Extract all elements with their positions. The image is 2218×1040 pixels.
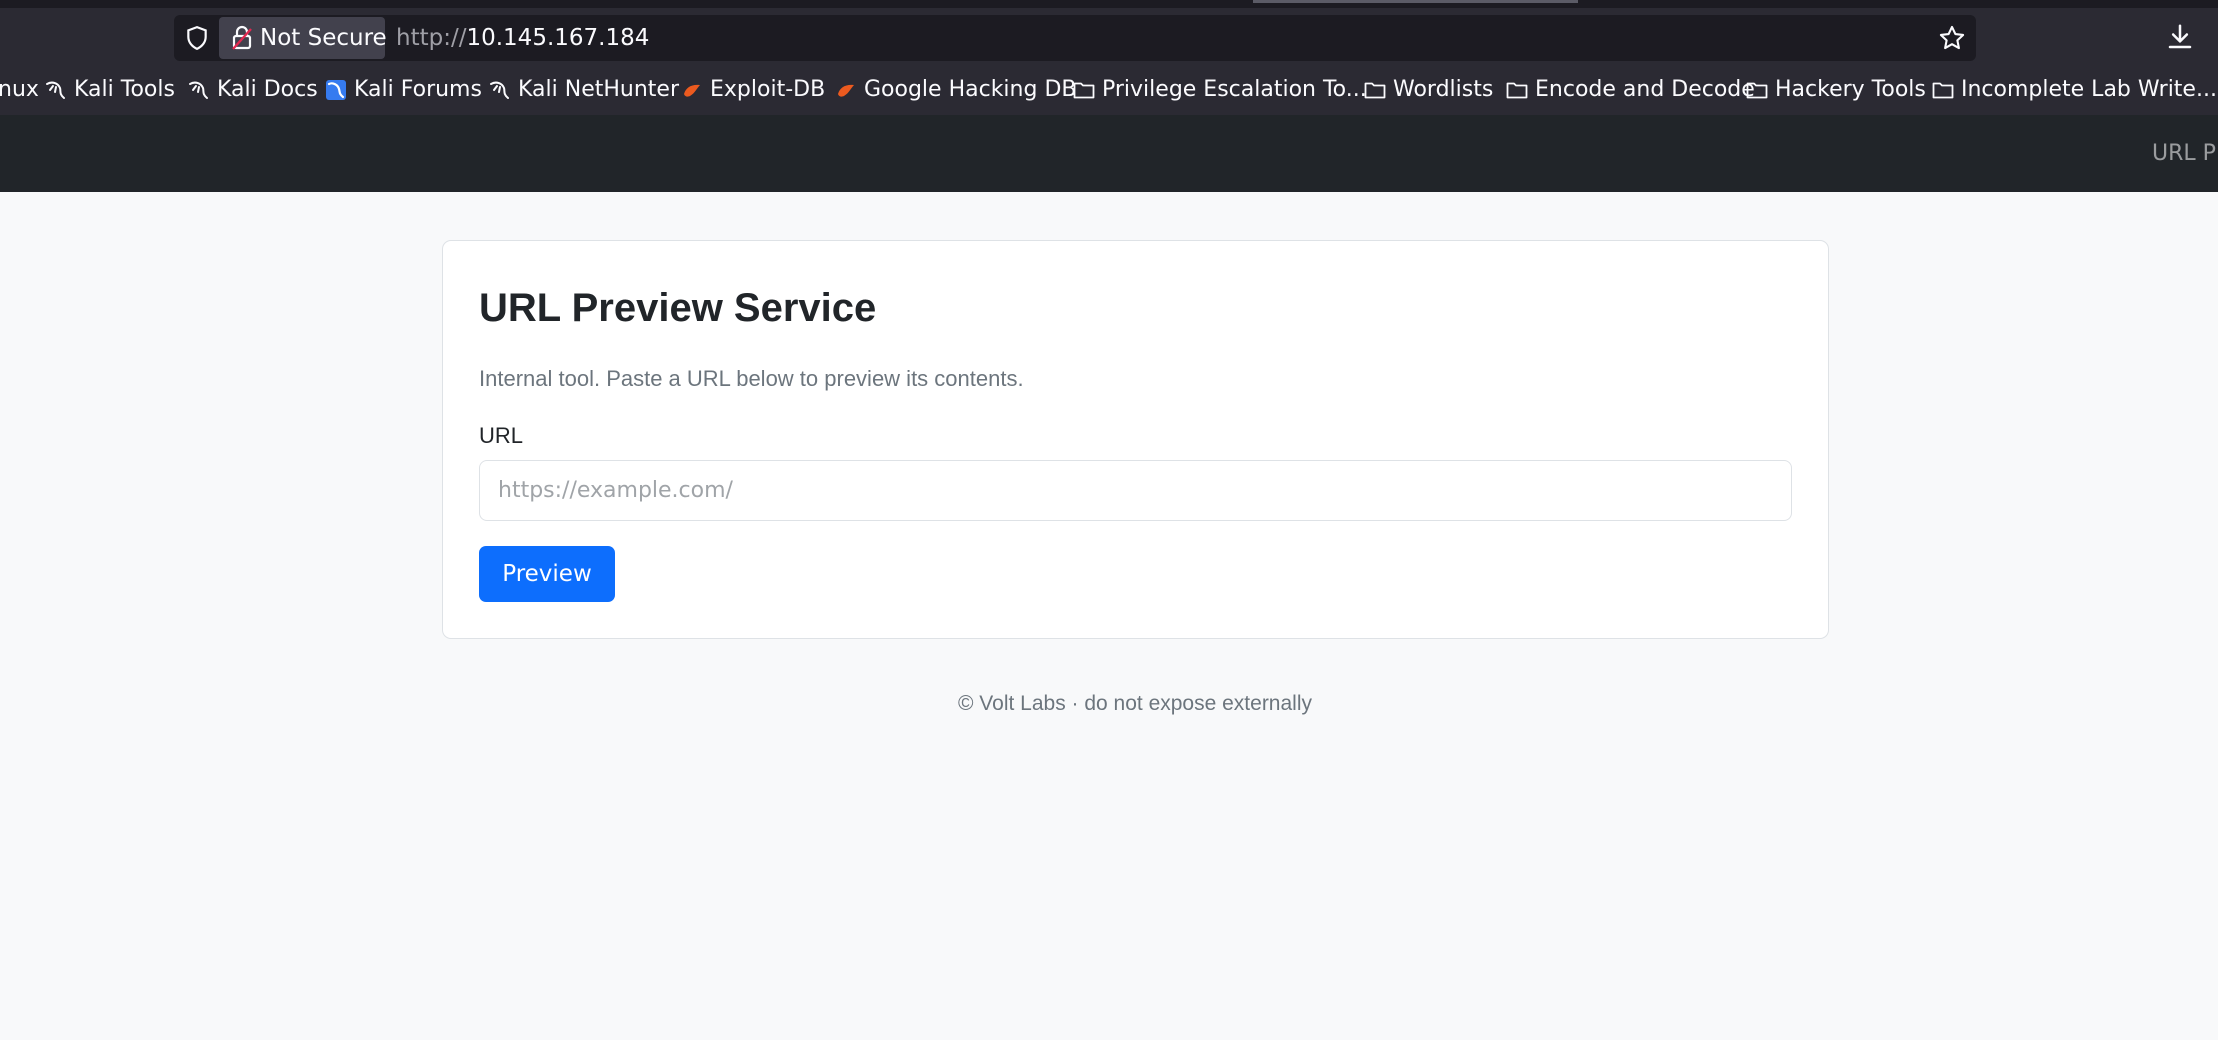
bookmark-kali-forums[interactable]: Kali Forums bbox=[324, 72, 482, 108]
bookmark-exploit-db[interactable]: Exploit-DB bbox=[680, 72, 825, 108]
bookmark-folder-wordlists[interactable]: Wordlists bbox=[1363, 72, 1493, 108]
bookmark-label: Hackery Tools bbox=[1775, 77, 1926, 102]
exploit-db-icon bbox=[684, 84, 700, 97]
page-description: Internal tool. Paste a URL below to prev… bbox=[479, 366, 1024, 391]
insecure-lock-icon bbox=[232, 25, 252, 50]
navbar-brand[interactable]: URL P bbox=[2152, 140, 2216, 168]
bookmark-star-icon[interactable] bbox=[1938, 24, 1966, 52]
url-host: 10.145.167.184 bbox=[466, 25, 650, 51]
bookmark-label: Privilege Escalation To... bbox=[1102, 77, 1367, 102]
preview-button[interactable]: Preview bbox=[479, 546, 615, 602]
bookmark-kali-nethunter[interactable]: Kali NetHunter bbox=[488, 72, 679, 108]
bookmark-label: nux bbox=[0, 77, 39, 102]
bookmark-label: Wordlists bbox=[1393, 77, 1494, 102]
tab-fragment[interactable] bbox=[1253, 0, 1578, 3]
tab-strip bbox=[0, 0, 2218, 8]
bookmark-kali-docs[interactable]: Kali Docs bbox=[187, 72, 318, 108]
shield-icon[interactable] bbox=[184, 25, 210, 51]
not-secure-label: Not Secure bbox=[260, 25, 387, 51]
page-footer: © Volt Labs · do not expose externally bbox=[957, 692, 1313, 715]
folder-icon bbox=[1364, 82, 1386, 99]
browser-chrome: Not Secure http://10.145.167.184 nux Kal… bbox=[0, 0, 2218, 115]
bookmark-folder-incomplete-lab[interactable]: Incomplete Lab Write... bbox=[1931, 72, 2217, 108]
url-input[interactable] bbox=[479, 460, 1792, 521]
kali-dragon-icon bbox=[490, 81, 509, 99]
kali-dragon-icon bbox=[189, 81, 208, 99]
site-navbar bbox=[0, 115, 2218, 192]
bookmark-folder-hackery-tools[interactable]: Hackery Tools bbox=[1745, 72, 1926, 108]
url-scheme: http:// bbox=[396, 25, 467, 51]
bookmark-label: Incomplete Lab Write... bbox=[1961, 77, 2217, 102]
bookmark-folder-privilege-escalation[interactable]: Privilege Escalation To... bbox=[1072, 72, 1367, 108]
bookmark-label: Google Hacking DB bbox=[864, 77, 1077, 102]
bookmark-label: Encode and Decode bbox=[1535, 77, 1755, 102]
bookmark-linux[interactable]: nux bbox=[0, 72, 39, 108]
bookmark-google-hacking-db[interactable]: Google Hacking DB bbox=[834, 72, 1076, 108]
bookmark-kali-tools[interactable]: Kali Tools bbox=[44, 72, 175, 108]
bookmark-folder-encode-decode[interactable]: Encode and Decode bbox=[1505, 72, 1755, 108]
bookmark-label: Kali Forums bbox=[354, 77, 482, 102]
bookmark-label: Exploit-DB bbox=[710, 77, 826, 102]
folder-icon bbox=[1746, 82, 1768, 99]
folder-icon bbox=[1932, 82, 1954, 99]
bookmarks-toolbar: nux Kali Tools Kali Docs Kali Forums Kal… bbox=[0, 72, 2218, 108]
bookmark-label: Kali Docs bbox=[217, 77, 318, 102]
bookmark-label: Kali NetHunter bbox=[518, 77, 679, 102]
page-title: URL Preview Service bbox=[479, 286, 877, 330]
folder-icon bbox=[1073, 82, 1095, 99]
kali-forums-icon bbox=[326, 80, 346, 100]
exploit-db-icon bbox=[838, 84, 854, 97]
url-display[interactable]: http://10.145.167.184 bbox=[396, 23, 649, 53]
folder-icon bbox=[1506, 82, 1528, 99]
bookmark-label: Kali Tools bbox=[74, 77, 175, 102]
download-icon[interactable] bbox=[2165, 22, 2195, 52]
url-field-label: URL bbox=[479, 423, 524, 448]
kali-dragon-icon bbox=[46, 81, 65, 99]
